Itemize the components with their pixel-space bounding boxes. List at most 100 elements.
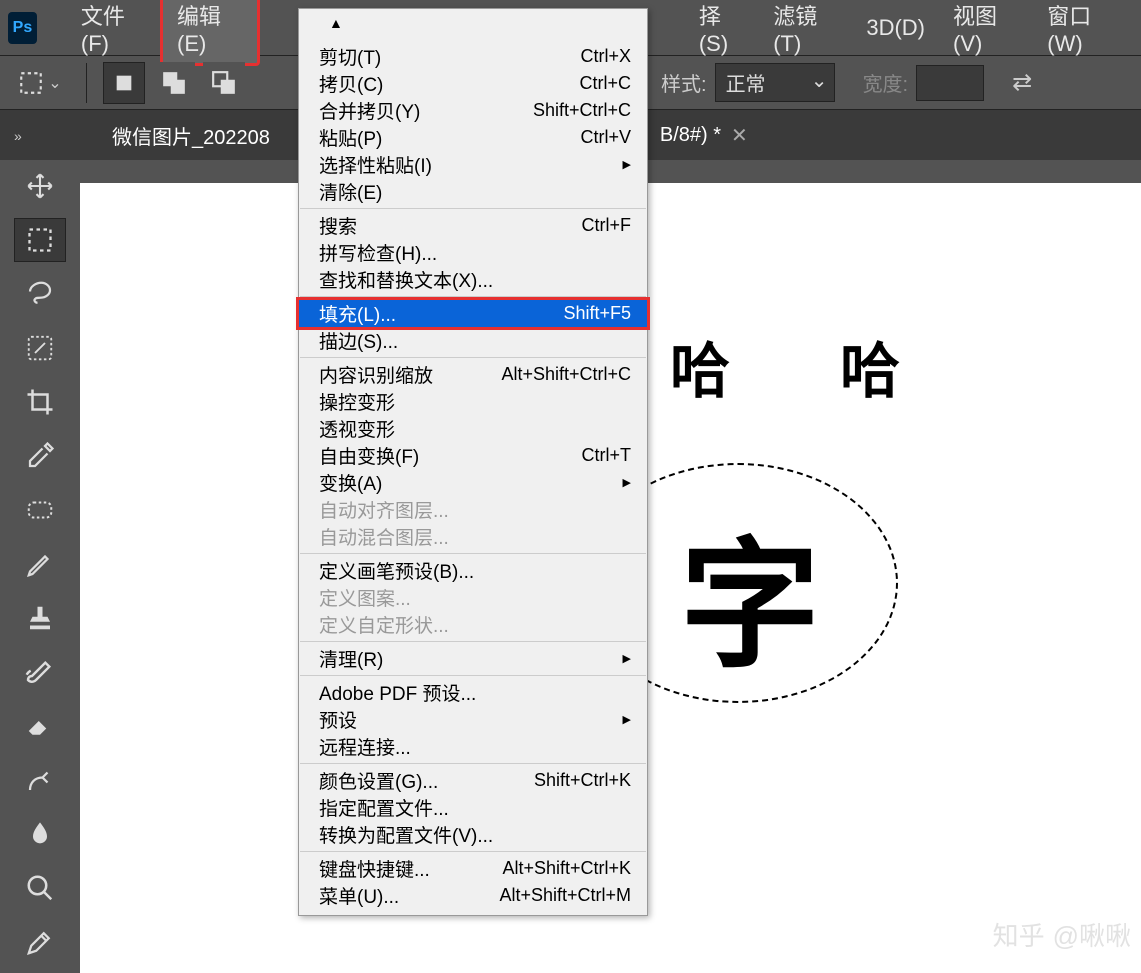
new-selection-button[interactable] [103,62,145,104]
menu-item-label: 自动混合图层... [319,523,449,550]
menu-item-label: 操控变形 [319,388,395,415]
menu-item[interactable]: 填充(L)...Shift+F5 [299,300,647,327]
width-input[interactable] [916,65,984,101]
menu-item[interactable]: 远程连接... [299,733,647,760]
menu-separator [300,296,646,297]
tool-preset-button[interactable]: ⌄ [10,62,70,104]
menu-item-label: 合并拷贝(Y) [319,97,420,124]
menu-item-shortcut: Ctrl+X [580,46,631,67]
menu-item-label: 颜色设置(G)... [319,767,438,794]
menu-item[interactable]: 拼写检查(H)... [299,239,647,266]
menu-item[interactable]: 指定配置文件... [299,794,647,821]
menu-separator [300,553,646,554]
eraser-tool[interactable] [14,704,66,748]
menu-select[interactable]: 择(S) [685,0,759,63]
marquee-icon [18,70,44,96]
menu-item-label: 转换为配置文件(V)... [319,821,493,848]
frame-tool[interactable] [14,488,66,532]
eyedropper-tool[interactable] [14,434,66,478]
toolbar [0,160,80,964]
lasso-tool[interactable] [14,272,66,316]
menu-item[interactable]: 变换(A)▶ [299,469,647,496]
brush-tool[interactable] [14,650,66,694]
tab-title-left: 微信图片_202208 [112,121,270,150]
menu-item[interactable]: 操控变形 [299,388,647,415]
menu-edit[interactable]: 编辑(E) [160,0,260,66]
menu-item[interactable]: 键盘快捷键...Alt+Shift+Ctrl+K [299,855,647,882]
menu-3d[interactable]: 3D(D) [852,9,939,47]
menu-item-shortcut: Shift+F5 [563,303,631,324]
menu-item: 自动对齐图层... [299,496,647,523]
menu-item[interactable]: 拷贝(C) Ctrl+C [299,70,647,97]
menu-separator [300,208,646,209]
zoom-tool[interactable] [14,866,66,910]
menu-item-label: 透视变形 [319,415,395,442]
menu-item-label: 清除(E) [319,178,382,205]
crop-tool[interactable] [14,380,66,424]
menu-item-shortcut: Ctrl+C [579,73,631,94]
menu-item: 自动混合图层... [299,523,647,550]
menu-item-label: 粘贴(P) [319,124,382,151]
menu-item[interactable]: 查找和替换文本(X)... [299,266,647,293]
pencil-tool[interactable] [14,542,66,586]
add-selection-button[interactable] [153,62,195,104]
menu-view[interactable]: 视图(V) [939,0,1033,63]
menu-item[interactable]: 描边(S)... [299,327,647,354]
marquee-tool[interactable] [14,218,66,262]
expand-icon[interactable]: » [14,128,22,144]
menu-item[interactable]: 自由变换(F)Ctrl+T [299,442,647,469]
menu-item[interactable]: 粘贴(P) Ctrl+V [299,124,647,151]
swap-icon[interactable]: ⇄ [1012,68,1032,97]
menu-item-label: 定义图案... [319,584,411,611]
menu-item-label: 拷贝(C) [319,70,383,97]
menu-item-label: 选择性粘贴(I) [319,151,432,178]
menu-file[interactable]: 文件(F) [67,0,160,63]
stamp-tool[interactable] [14,596,66,640]
submenu-arrow-icon: ▶ [623,713,631,726]
menu-item-shortcut: Ctrl+V [580,127,631,148]
menu-item[interactable]: 定义画笔预设(B)... [299,557,647,584]
app-logo: Ps [8,12,37,44]
gradient-tool[interactable] [14,758,66,802]
move-tool[interactable] [14,164,66,208]
menu-item[interactable]: 菜单(U)...Alt+Shift+Ctrl+M [299,882,647,909]
style-select[interactable]: 正常 ⌄ [715,63,835,102]
menu-item[interactable]: Adobe PDF 预设... [299,679,647,706]
menu-item[interactable]: 清除(E) [299,178,647,205]
menu-item-label: 预设 [319,706,357,733]
menu-item[interactable]: 选择性粘贴(I)▶ [299,151,647,178]
close-icon[interactable]: ✕ [731,123,748,148]
menu-filter[interactable]: 滤镜(T) [759,0,852,63]
menu-item[interactable]: 颜色设置(G)... Shift+Ctrl+K [299,767,647,794]
subtract-selection-button[interactable] [203,62,245,104]
pen-tool[interactable] [14,920,66,964]
menu-item-label: 自动对齐图层... [319,496,449,523]
menu-item-label: 内容识别缩放 [319,361,433,388]
smudge-tool[interactable] [14,812,66,856]
tab-title-right: B/8#) * [660,124,721,147]
watermark: 知乎 @啾啾 [993,916,1131,953]
menu-item-label: 变换(A) [319,469,382,496]
menu-item-shortcut: Ctrl+F [582,215,632,236]
menu-separator [300,851,646,852]
menu-window[interactable]: 窗口(W) [1033,0,1133,63]
menu-item-label: 菜单(U)... [319,882,399,909]
menu-item[interactable]: 合并拷贝(Y)Shift+Ctrl+C [299,97,647,124]
magic-wand-tool[interactable] [14,326,66,370]
menu-item[interactable]: 内容识别缩放Alt+Shift+Ctrl+C [299,361,647,388]
menu-separator [300,357,646,358]
menu-item-label: 拼写检查(H)... [319,239,437,266]
menu-item[interactable]: 预设 ▶ [299,706,647,733]
menu-item[interactable]: 透视变形 [299,415,647,442]
style-value: 正常 [726,74,766,96]
menu-item-label: 远程连接... [319,733,411,760]
menu-separator [300,675,646,676]
menu-item[interactable]: 剪切(T)Ctrl+X [299,43,647,70]
menu-item[interactable]: 搜索Ctrl+F [299,212,647,239]
menu-item-shortcut: Shift+Ctrl+K [534,770,631,791]
menu-item[interactable]: 清理(R)▶ [299,645,647,672]
edit-menu-dropdown: ▲ 剪切(T)Ctrl+X拷贝(C)Ctrl+C合并拷贝(Y)Shift+Ctr… [298,8,648,916]
menu-item-label: 自由变换(F) [319,442,419,469]
menu-item[interactable]: 转换为配置文件(V)... [299,821,647,848]
menu-item-label: 查找和替换文本(X)... [319,266,493,293]
